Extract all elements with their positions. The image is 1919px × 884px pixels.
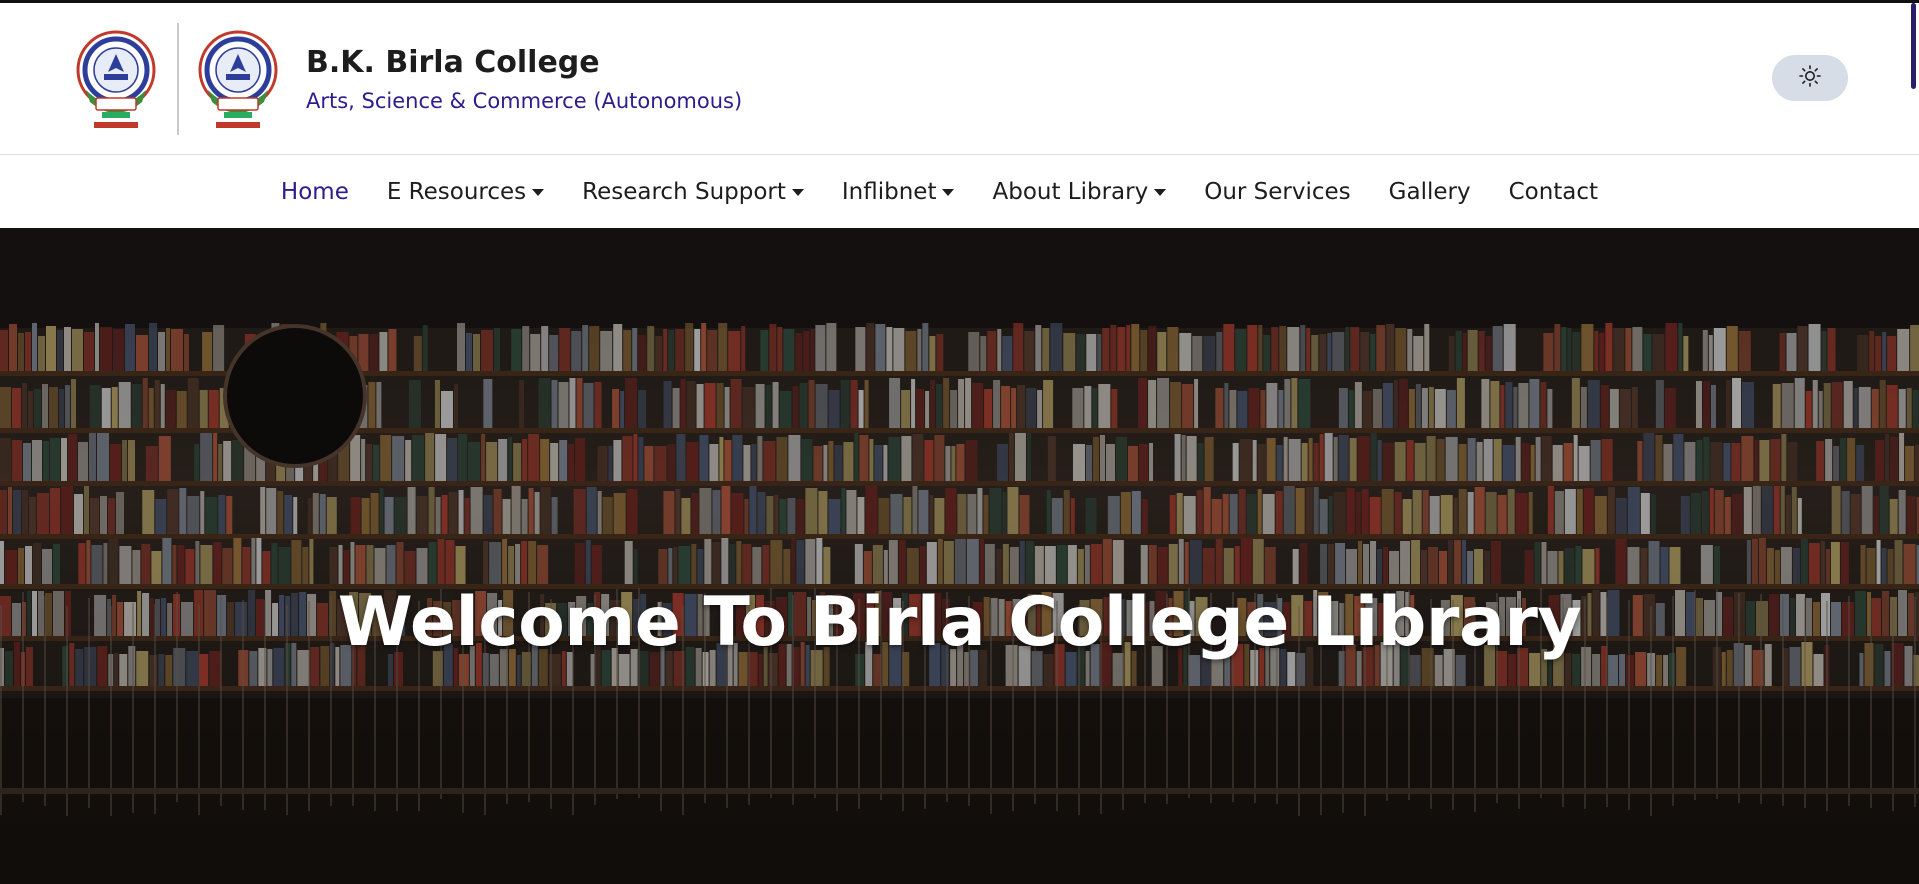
page: B.K. Birla College Arts, Science & Comme… bbox=[0, 0, 1919, 884]
nav-item-e-resources[interactable]: E Resources bbox=[386, 178, 545, 205]
main-nav: Home E Resources Research Support Inflib… bbox=[0, 155, 1919, 228]
nav-item-label: Our Services bbox=[1204, 178, 1351, 205]
caret-down-icon bbox=[1154, 189, 1167, 196]
nav-item-contact[interactable]: Contact bbox=[1509, 179, 1598, 205]
nav-item-our-services[interactable]: Our Services bbox=[1204, 179, 1350, 205]
college-seal-icon[interactable] bbox=[74, 28, 158, 138]
nav-item-label: Contact bbox=[1508, 178, 1599, 205]
nav-item-gallery[interactable]: Gallery bbox=[1389, 179, 1471, 205]
nav-list: Home E Resources Research Support Inflib… bbox=[0, 155, 1919, 228]
sun-icon bbox=[1798, 64, 1822, 92]
caret-down-icon bbox=[942, 189, 955, 196]
nav-item-research-support[interactable]: Research Support bbox=[582, 179, 804, 205]
hero-overlay bbox=[0, 228, 1919, 884]
nav-item-home[interactable]: Home bbox=[281, 179, 349, 205]
caret-down-icon bbox=[791, 189, 804, 196]
nav-item-about-library[interactable]: About Library bbox=[992, 178, 1167, 205]
nav-item-label: E Resources bbox=[386, 178, 527, 205]
nav-item-label: About Library bbox=[992, 178, 1149, 205]
nav-item-inflibnet[interactable]: Inflibnet bbox=[842, 179, 955, 205]
scrollbar-thumb[interactable] bbox=[1911, 3, 1916, 89]
nav-item-label: Gallery bbox=[1388, 178, 1471, 205]
site-header: B.K. Birla College Arts, Science & Comme… bbox=[0, 3, 1919, 155]
nav-item-label: Home bbox=[280, 178, 349, 205]
brand-subtitle: Arts, Science & Commerce (Autonomous) bbox=[306, 89, 743, 113]
nav-item-label: Inflibnet bbox=[841, 178, 937, 205]
brand-title[interactable]: B.K. Birla College bbox=[306, 45, 600, 80]
theme-toggle-button[interactable] bbox=[1772, 55, 1848, 101]
hero-title: Welcome To Birla College Library bbox=[337, 583, 1582, 662]
caret-down-icon bbox=[532, 189, 545, 196]
hero-banner: Welcome To Birla College Library bbox=[0, 228, 1919, 884]
nav-item-label: Research Support bbox=[582, 178, 786, 205]
logo-divider bbox=[177, 23, 179, 135]
college-seal-icon[interactable] bbox=[196, 28, 280, 138]
